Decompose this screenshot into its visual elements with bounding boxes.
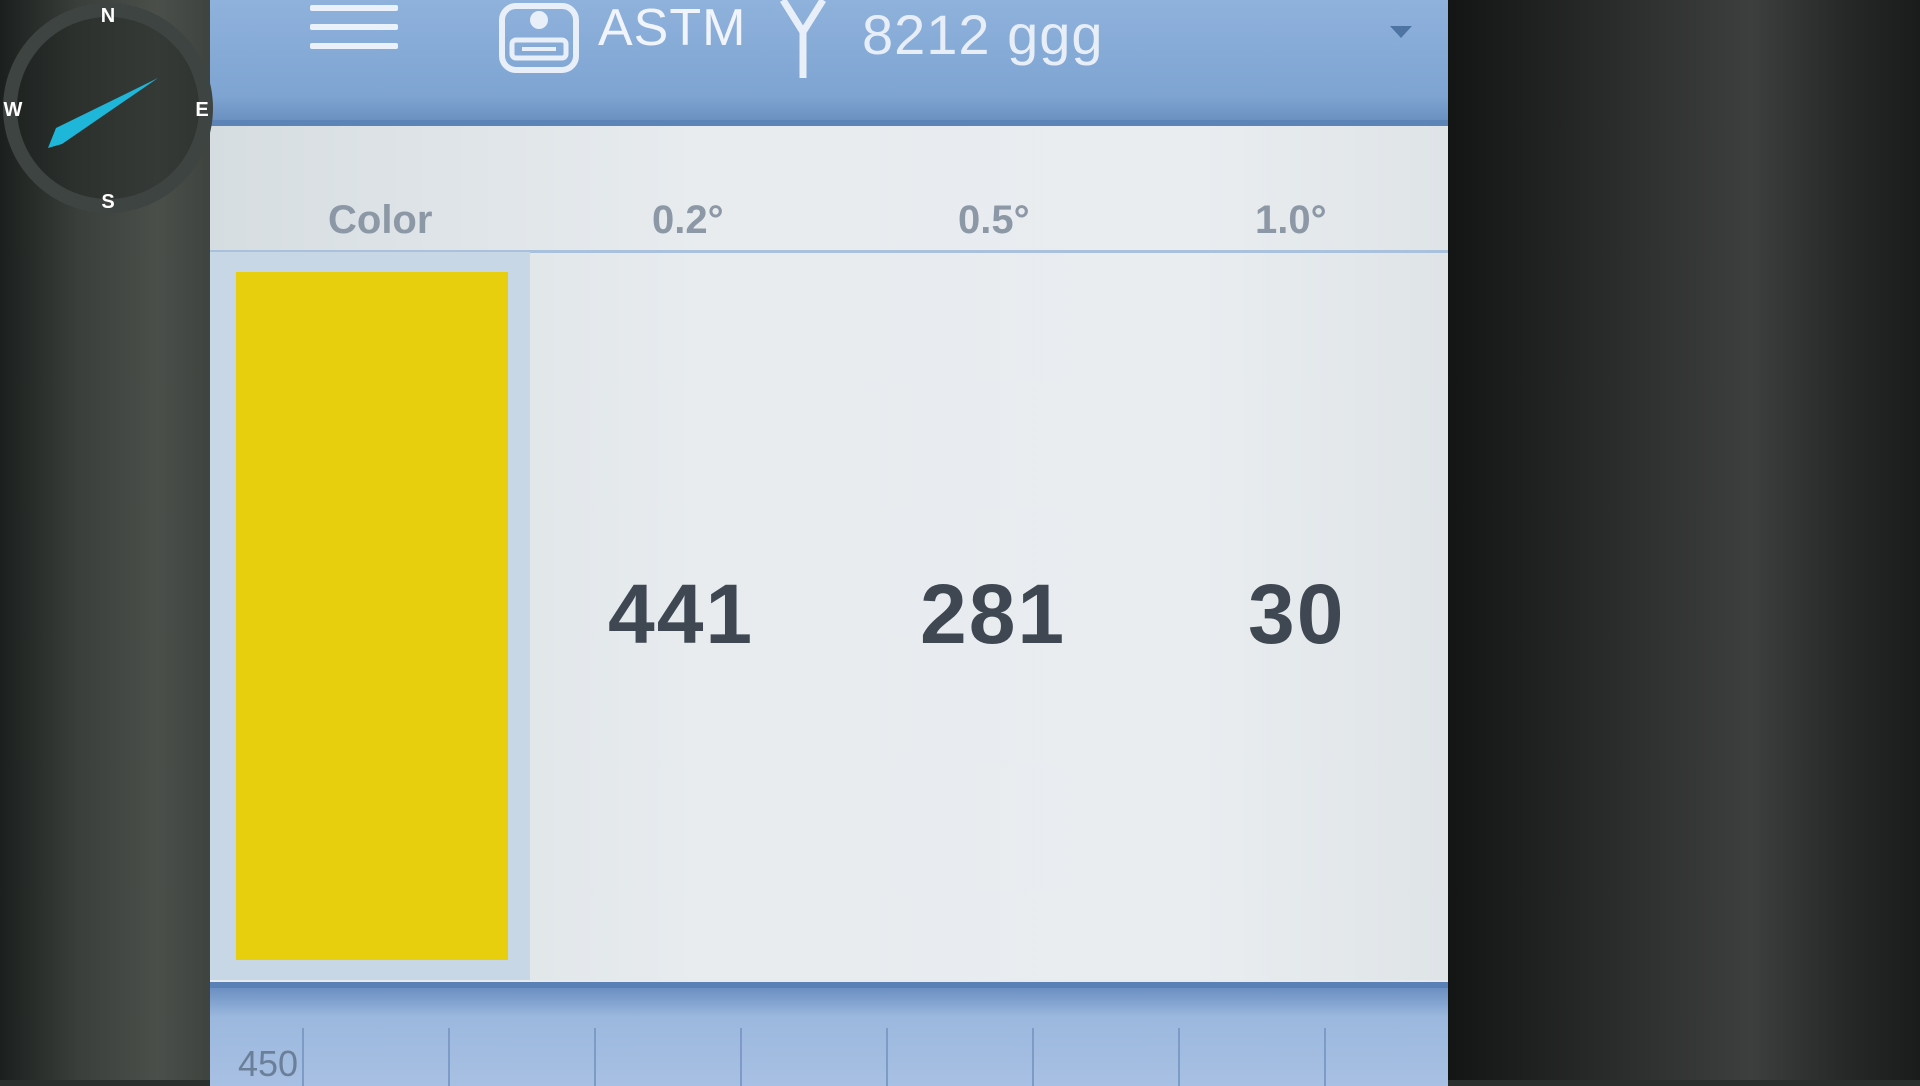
grid-line [1324,1028,1326,1086]
value-0-2: 441 [608,567,755,661]
grid-line [1032,1028,1034,1086]
compass-south-label: S [101,191,114,213]
grid-line [594,1028,596,1086]
value-1-0: 30 [1248,567,1346,661]
column-header-1-0: 1.0° [1255,198,1327,242]
column-header-color: Color [328,198,433,242]
device-screen: ASTM 8212 ggg Color 0.2° 0.5° 1.0° 441 2… [210,0,1448,1086]
column-header-0-5: 0.5° [958,198,1030,242]
grid-line [448,1028,450,1086]
grid-line [1178,1028,1180,1086]
compass-west-label: W [4,99,23,121]
compass-overlay: N E S W [3,3,213,213]
retroreflectometer-icon[interactable] [498,0,580,75]
grid-line [886,1028,888,1086]
compass-east-label: E [195,99,208,121]
value-0-5: 281 [920,567,1067,661]
grid-line [740,1028,742,1086]
grid-line [302,1028,304,1086]
chart-axis-label: 450 [238,1043,299,1084]
top-app-bar: ASTM 8212 ggg [210,0,1448,126]
column-header-0-2: 0.2° [652,198,724,242]
standard-label[interactable]: ASTM [598,0,746,58]
color-swatch [236,272,508,960]
geometry-icon[interactable] [775,0,831,82]
compass-north-label: N [101,5,115,27]
dropdown-arrow-icon[interactable] [1390,26,1412,38]
sample-id-label[interactable]: 8212 ggg [862,2,1104,67]
table-header-row: Color 0.2° 0.5° 1.0° [210,186,1448,253]
chart-strip: 450 [210,982,1448,1086]
measurement-panel: Color 0.2° 0.5° 1.0° 441 281 30 [210,126,1448,980]
photo-bezel-right [1438,0,1920,1080]
hamburger-menu-icon[interactable] [310,5,398,53]
